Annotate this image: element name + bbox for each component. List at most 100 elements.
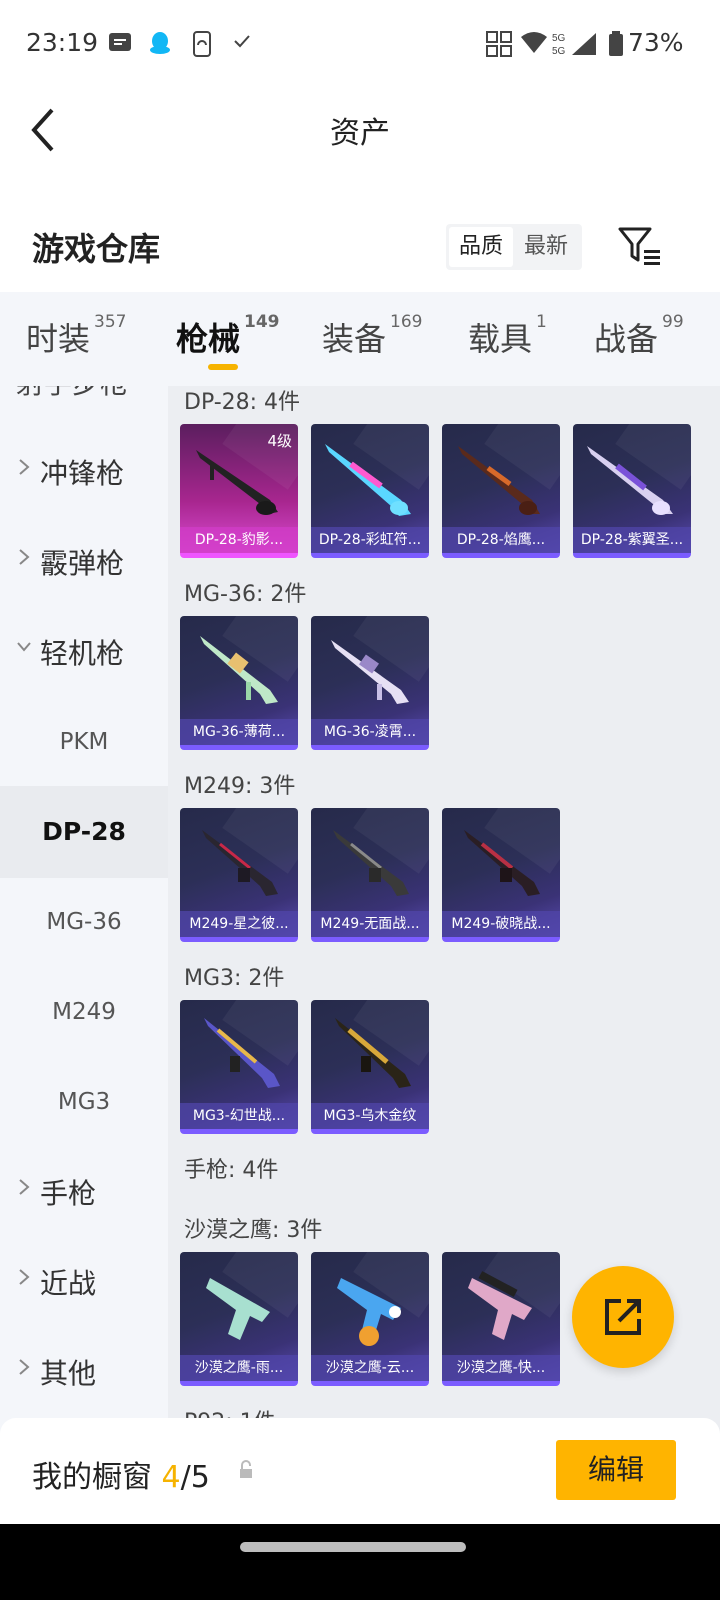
tab-count: 149 (244, 312, 280, 332)
rifle-icon (464, 830, 540, 896)
filter-icon[interactable] (618, 226, 662, 266)
status-bar: 23:19 5G 5G 73% (0, 0, 720, 88)
sidebar-subitem-m249[interactable]: M249 (0, 966, 168, 1058)
showcase-title: 我的橱窗 (32, 1460, 152, 1495)
weapon-card[interactable]: DP-28-焰鹰... (442, 424, 560, 558)
status-time: 23:19 (26, 28, 99, 57)
weapon-name: MG-36-凌霄... (311, 719, 429, 745)
weapon-card[interactable]: DP-28-彩虹符... (311, 424, 429, 558)
home-indicator[interactable] (240, 1542, 466, 1552)
chevron-right-icon (19, 1359, 30, 1375)
tab-equipment[interactable]: 装备 169 (322, 312, 423, 360)
weapon-card[interactable]: MG-36-薄荷... (180, 616, 298, 750)
weapon-name: M249-星之彼... (180, 911, 298, 937)
nfc-icon (486, 31, 512, 57)
active-tab-indicator (208, 364, 238, 370)
sidebar-item-shotgun[interactable]: 霰弹枪 (0, 516, 168, 608)
weapon-card[interactable]: 沙漠之鹰-快... (442, 1252, 560, 1386)
tab-label: 枪械 (176, 320, 241, 358)
weapon-name: DP-28-紫翼圣... (573, 527, 691, 553)
sidebar-item-label: 近战 (40, 1267, 97, 1300)
weapon-card[interactable]: 4级 DP-28-豹影... (180, 424, 298, 558)
sidebar-item-label: 手枪 (40, 1177, 97, 1210)
sidebar-subitem-mg36[interactable]: MG-36 (0, 876, 168, 968)
weapon-card[interactable]: M249-星之彼... (180, 808, 298, 942)
pistol-icon (206, 1278, 270, 1340)
sidebar-item-label: 其他 (40, 1357, 97, 1390)
sidebar-item-lmg[interactable]: 轻机枪 (0, 606, 168, 698)
weapon-name: 沙漠之鹰-云... (311, 1355, 429, 1381)
weapon-name: DP-28-豹影... (180, 527, 298, 553)
tab-count: 357 (94, 312, 127, 332)
sidebar-item-other[interactable]: 其他 (0, 1326, 168, 1418)
rifle-icon (331, 640, 409, 704)
weapon-name: 沙漠之鹰-雨... (180, 1355, 298, 1381)
tab-count: 1 (536, 312, 547, 332)
sidebar-item-pistol[interactable]: 手枪 (0, 1146, 168, 1238)
section-title: MG3: 2件 (184, 966, 285, 991)
check-icon (234, 35, 250, 48)
sidebar-item-melee[interactable]: 近战 (0, 1236, 168, 1328)
sort-quality-button[interactable]: 品质 (449, 227, 513, 267)
signal-icon: 5G5G (552, 33, 596, 57)
sort-newest-button[interactable]: 最新 (514, 227, 578, 267)
wifi-icon (521, 32, 547, 53)
level-badge: 4级 (267, 432, 292, 450)
tab-supplies[interactable]: 战备 99 (594, 312, 684, 360)
chevron-right-icon (19, 549, 30, 565)
weapon-name: 沙漠之鹰-快... (442, 1355, 560, 1381)
section-title: DP-28: 4件 (184, 390, 301, 415)
showcase-label: 我的橱窗 4/5 (32, 1452, 210, 1496)
rifle-icon (335, 1018, 411, 1088)
tab-fashion[interactable]: 时装 357 (26, 312, 127, 360)
weapon-card[interactable]: DP-28-紫翼圣... (573, 424, 691, 558)
weapon-type-sidebar: 射手步枪 冲锋枪 霰弹枪 轻机枪 PKM DP-28 MG-36 M249 MG… (0, 386, 168, 1448)
sidebar-subitem-mg3[interactable]: MG3 (0, 1056, 168, 1148)
sidebar-subitem-pkm[interactable]: PKM (0, 696, 168, 788)
section-title: M249: 3件 (184, 774, 296, 799)
weapon-card[interactable]: MG3-幻世战... (180, 1000, 298, 1134)
showcase-separator: / (180, 1460, 191, 1495)
weapon-name: M249-破晓战... (442, 911, 560, 937)
weapon-card[interactable]: 沙漠之鹰-雨... (180, 1252, 298, 1386)
sidebar-subitem-dp28[interactable]: DP-28 (0, 786, 168, 878)
svg-text:5G: 5G (552, 46, 566, 57)
weapon-name: MG3-幻世战... (180, 1103, 298, 1129)
sort-toggle: 品质 最新 (446, 224, 582, 270)
chevron-down-icon (17, 642, 31, 652)
system-nav-bar (0, 1524, 720, 1600)
rifle-icon (333, 830, 409, 896)
rifle-icon (202, 830, 278, 896)
sidebar-item-smg[interactable]: 冲锋枪 (0, 426, 168, 518)
rifle-icon (204, 1018, 280, 1088)
tab-label: 装备 (322, 320, 387, 358)
weapon-card[interactable]: MG-36-凌霄... (311, 616, 429, 750)
tab-count: 169 (390, 312, 423, 332)
sidebar-item-partial[interactable]: 射手步枪 (16, 386, 128, 402)
weapon-card[interactable]: M249-无面战... (311, 808, 429, 942)
qq-icon (150, 32, 170, 54)
pistol-icon (337, 1278, 401, 1346)
phone-sync-icon (193, 31, 211, 57)
weapon-card[interactable]: MG3-乌木金纹 (311, 1000, 429, 1134)
weapon-card[interactable]: 沙漠之鹰-云... (311, 1252, 429, 1386)
section-title: 手枪: 4件 (184, 1158, 279, 1183)
app-header: 资产 (0, 88, 720, 172)
showcase-current: 4 (161, 1460, 181, 1495)
rifle-icon (200, 636, 278, 704)
external-link-icon (605, 1299, 641, 1335)
pistol-icon (468, 1271, 532, 1340)
tab-firearms[interactable]: 枪械 149 (176, 312, 280, 360)
weapon-card[interactable]: M249-破晓战... (442, 808, 560, 942)
tab-count: 99 (662, 312, 684, 332)
battery-percent: 73% (628, 28, 684, 57)
weapon-name: DP-28-焰鹰... (442, 527, 560, 553)
weapon-name: MG3-乌木金纹 (311, 1103, 429, 1129)
sidebar-item-label: 霰弹枪 (40, 547, 125, 580)
tab-label: 载具 (468, 320, 533, 358)
share-fab[interactable] (572, 1266, 674, 1368)
chevron-right-icon (19, 1179, 30, 1195)
rifle-icon (587, 446, 673, 515)
edit-button[interactable]: 编辑 (556, 1440, 676, 1500)
tab-vehicles[interactable]: 载具 1 (468, 312, 547, 360)
